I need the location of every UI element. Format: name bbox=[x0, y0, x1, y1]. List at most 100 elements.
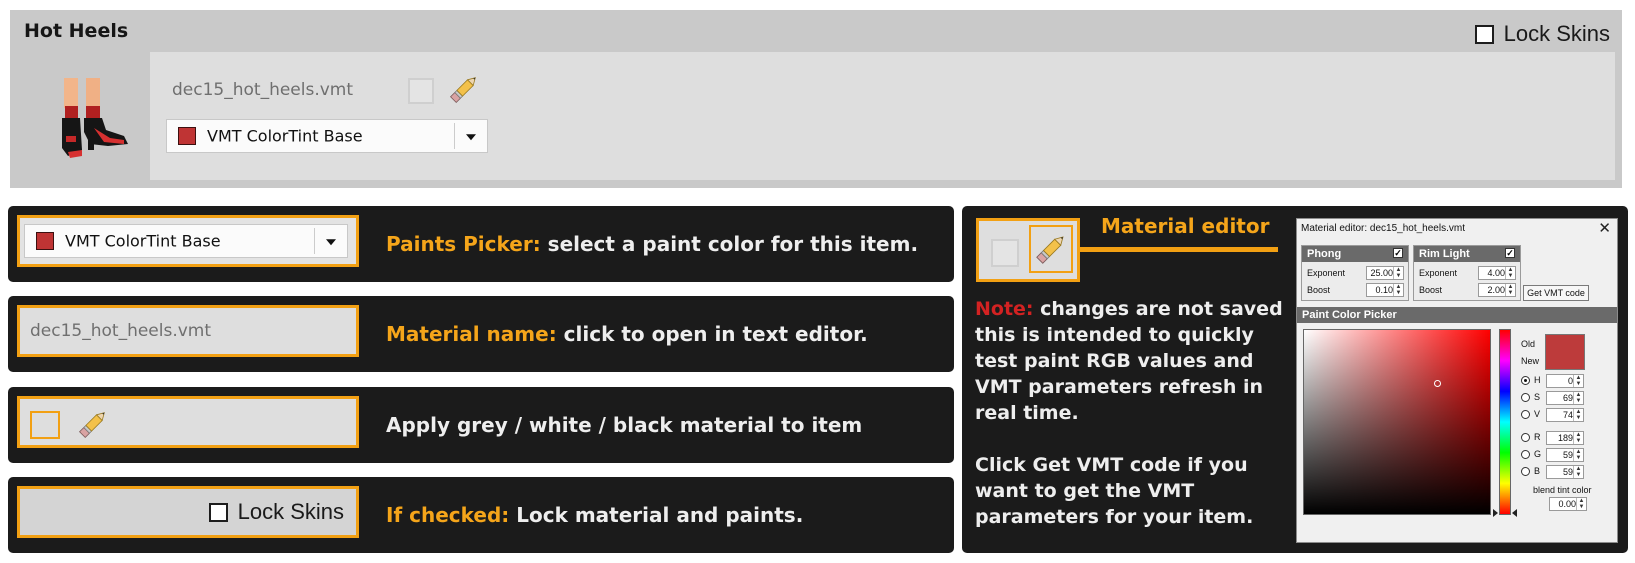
legend-text: Material name: click to open in text edi… bbox=[386, 322, 868, 346]
material-editor-heading: Material editor bbox=[1101, 214, 1270, 238]
connector-line bbox=[1080, 247, 1278, 252]
blend-tint-input[interactable]: 0.00 ▲ ▼ bbox=[1549, 497, 1587, 511]
phong-label: Phong bbox=[1307, 248, 1342, 260]
paint-dropdown[interactable]: VMT ColorTint Base bbox=[166, 119, 488, 153]
hue-slider-handle-right-icon[interactable] bbox=[1512, 509, 1517, 517]
hue-slider[interactable] bbox=[1499, 329, 1511, 515]
radio-v[interactable] bbox=[1521, 410, 1530, 419]
saturation-value-picker[interactable] bbox=[1303, 329, 1491, 515]
pencil-button-highlight[interactable] bbox=[1029, 225, 1073, 273]
spinner-arrows-icon[interactable]: ▲ ▼ bbox=[1573, 409, 1583, 421]
rim-exponent-value: 4.00 bbox=[1487, 268, 1505, 278]
chevron-down-icon[interactable] bbox=[326, 239, 336, 246]
phong-boost-input[interactable]: 0.10 ▲ ▼ bbox=[1366, 283, 1404, 297]
rim-exponent-input[interactable]: 4.00 ▲ ▼ bbox=[1478, 266, 1516, 280]
phong-exponent-value: 25.00 bbox=[1370, 268, 1393, 278]
color-marker[interactable] bbox=[1434, 380, 1441, 387]
phong-exponent-input[interactable]: 25.00 ▲ ▼ bbox=[1366, 266, 1404, 280]
legend-description: click to open in text editor. bbox=[556, 322, 868, 346]
s-value: 69 bbox=[1562, 393, 1573, 403]
pencil-icon[interactable] bbox=[447, 72, 481, 106]
radio-b[interactable] bbox=[1521, 467, 1530, 476]
close-icon[interactable]: ✕ bbox=[1598, 219, 1611, 237]
legend-highlight: Paints Picker: bbox=[386, 232, 541, 256]
phong-exponent-label: Exponent bbox=[1307, 268, 1346, 278]
material-name-demo[interactable]: dec15_hot_heels.vmt bbox=[30, 321, 211, 341]
radio-h[interactable] bbox=[1521, 376, 1530, 385]
spinner-arrows-icon[interactable]: ▲ ▼ bbox=[1393, 267, 1403, 279]
color-preview-swatch bbox=[1545, 334, 1585, 370]
r-value: 189 bbox=[1557, 433, 1573, 443]
v-input[interactable]: 74 ▲ ▼ bbox=[1546, 408, 1584, 422]
spinner-arrows-icon[interactable]: ▲ ▼ bbox=[1573, 432, 1583, 444]
paint-swatch bbox=[36, 232, 54, 250]
checkbox-icon[interactable] bbox=[208, 502, 228, 522]
demo-paints-picker: VMT ColorTint Base bbox=[17, 215, 359, 267]
s-input[interactable]: 69 ▲ ▼ bbox=[1546, 391, 1584, 405]
spinner-arrows-icon[interactable]: ▲ ▼ bbox=[1573, 375, 1583, 387]
lock-skins-checkbox[interactable]: Lock Skins bbox=[1474, 21, 1610, 46]
rim-boost-input[interactable]: 2.00 ▲ ▼ bbox=[1478, 283, 1516, 297]
spinner-arrows-icon[interactable]: ▲ ▼ bbox=[1393, 284, 1403, 296]
rim-exponent-label: Exponent bbox=[1419, 268, 1458, 278]
dropdown-separator bbox=[454, 123, 455, 149]
b-input[interactable]: 59 ▲ ▼ bbox=[1546, 465, 1584, 479]
item-panel: Hot Heels Lock Skins dec15_hot_heels.vmt bbox=[10, 10, 1622, 188]
paint-dropdown-demo[interactable]: VMT ColorTint Base bbox=[24, 224, 348, 258]
pencil-icon[interactable] bbox=[76, 407, 110, 441]
legend-text: If checked: Lock material and paints. bbox=[386, 503, 803, 527]
material-swatch-button[interactable] bbox=[408, 78, 434, 104]
material-swatch-demo[interactable] bbox=[30, 411, 60, 439]
phong-boost-value: 0.10 bbox=[1375, 285, 1393, 295]
legend-description: select a paint color for this item. bbox=[540, 232, 919, 256]
blend-tint-value: 0.00 bbox=[1558, 499, 1576, 509]
material-swatch-demo[interactable] bbox=[991, 239, 1019, 267]
checkbox-icon[interactable] bbox=[1474, 24, 1494, 44]
r-input[interactable]: 189 ▲ ▼ bbox=[1546, 431, 1584, 445]
radio-g[interactable] bbox=[1521, 450, 1530, 459]
rim-light-label: Rim Light bbox=[1419, 248, 1470, 260]
click-instruction: Click Get VMT code if you want to get th… bbox=[975, 454, 1254, 528]
hot-heels-image bbox=[62, 78, 128, 158]
note-label: Note: bbox=[975, 298, 1034, 320]
spinner-arrows-icon[interactable]: ▲ ▼ bbox=[1573, 392, 1583, 404]
radio-s[interactable] bbox=[1521, 393, 1530, 402]
demo-material-name: dec15_hot_heels.vmt bbox=[17, 305, 359, 357]
chevron-down-icon[interactable] bbox=[466, 134, 476, 141]
paint-swatch bbox=[178, 127, 196, 145]
h-input[interactable]: 0 ▲ ▼ bbox=[1546, 374, 1584, 388]
get-vmt-code-button[interactable]: Get VMT code bbox=[1523, 285, 1589, 301]
paint-color-picker-header: Paint Color Picker bbox=[1297, 307, 1617, 323]
hue-slider-handle-left-icon[interactable] bbox=[1493, 509, 1498, 517]
b-value: 59 bbox=[1562, 467, 1573, 477]
paint-dropdown-demo-value: VMT ColorTint Base bbox=[65, 231, 221, 251]
r-label: R bbox=[1534, 432, 1541, 442]
phong-checkbox[interactable]: ✓ bbox=[1393, 248, 1403, 258]
spinner-arrows-icon[interactable]: ▲ ▼ bbox=[1573, 466, 1583, 478]
material-name-link[interactable]: dec15_hot_heels.vmt bbox=[172, 80, 353, 100]
legend-description: Lock material and paints. bbox=[509, 503, 804, 527]
legend-material-name: dec15_hot_heels.vmt Material name: click… bbox=[8, 296, 954, 372]
g-input[interactable]: 59 ▲ ▼ bbox=[1546, 448, 1584, 462]
spinner-arrows-icon[interactable]: ▲ ▼ bbox=[1576, 498, 1586, 510]
legend-paints-picker: VMT ColorTint Base Paints Picker: select… bbox=[8, 206, 954, 282]
spinner-arrows-icon[interactable]: ▲ ▼ bbox=[1573, 449, 1583, 461]
rim-light-checkbox[interactable]: ✓ bbox=[1505, 248, 1515, 258]
spinner-arrows-icon[interactable]: ▲ ▼ bbox=[1505, 267, 1515, 279]
lock-skins-checkbox-demo[interactable]: Lock Skins bbox=[208, 499, 344, 525]
legend-apply-material: Apply grey / white / black material to i… bbox=[8, 387, 954, 463]
g-value: 59 bbox=[1562, 450, 1573, 460]
phong-group: Phong ✓ Exponent 25.00 ▲ ▼ Boost 0.10 ▲ ▼ bbox=[1301, 245, 1409, 301]
phong-header: Phong ✓ bbox=[1302, 246, 1408, 262]
demo-apply-material bbox=[17, 396, 359, 448]
pencil-icon[interactable] bbox=[1033, 231, 1069, 267]
material-editor-window: Material editor: dec15_hot_heels.vmt ✕ P… bbox=[1296, 218, 1618, 543]
v-label: V bbox=[1534, 409, 1541, 419]
rim-boost-label: Boost bbox=[1419, 285, 1443, 295]
lock-skins-label: Lock Skins bbox=[1503, 21, 1610, 46]
legend-highlight: Material name: bbox=[386, 322, 557, 346]
legend-description: Apply grey / white / black material to i… bbox=[386, 413, 863, 437]
radio-r[interactable] bbox=[1521, 433, 1530, 442]
note-text: Note: changes are not saved this is inte… bbox=[975, 296, 1295, 556]
spinner-arrows-icon[interactable]: ▲ ▼ bbox=[1505, 284, 1515, 296]
